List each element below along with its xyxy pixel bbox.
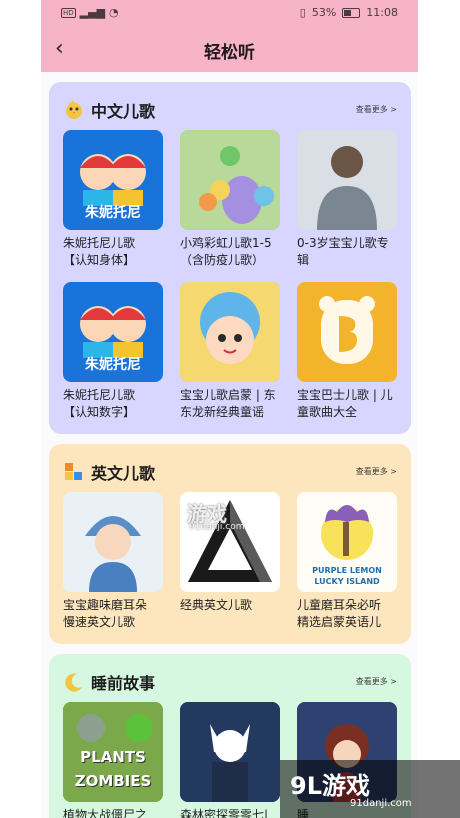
clock: 11:08 [366,6,398,19]
watermark-url: 91danji.com [350,798,412,809]
album-caption: 0-3岁宝宝儿歌专 辑 [297,235,401,269]
album-card[interactable]: 0-3岁宝宝儿歌专 辑 [297,130,397,269]
album-caption: 儿童磨耳朵必听 精选启蒙英语儿 [297,597,401,631]
album-subtitle: 精选启蒙英语儿 [297,615,382,629]
album-cover [180,130,280,230]
status-bar: HD ▂▄▆ ◔ ▯ 53% 11:08 [41,0,418,26]
album-title: 儿童磨耳朵必听 [297,598,382,612]
album-title: 宝宝巴士儿歌 | 儿 [297,388,393,402]
wifi-icon: ◔ [109,6,119,19]
cover-text: 朱妮托尼 [85,205,141,221]
cover-text-line1: PLANTS [80,748,146,766]
album-cover [297,282,397,382]
album-cover: PURPLE LEMON LUCKY ISLAND [297,492,397,592]
nav-bar: ‹ 轻松听 [41,26,418,72]
page-title: 轻松听 [204,43,255,63]
section-english-songs: 英文儿歌 查看更多 > 宝宝趣味磨耳朵 慢速英文儿歌 经典英文儿歌 PURPLE… [49,444,411,644]
chick-icon [66,100,82,119]
album-title: 森林密探零零七| [180,808,269,818]
album-caption: 朱妮托尼儿歌 【认知身体】 [63,235,167,269]
battery-percent: 53% [311,6,337,19]
album-subtitle: 慢速英文儿歌 [63,615,136,629]
status-right: ▯ 53% 11:08 [300,6,398,19]
album-caption: 宝宝趣味磨耳朵 慢速英文儿歌 [63,597,167,631]
watermark-mid-url: 91danji.com [189,522,245,532]
album-caption: 经典英文儿歌 [180,597,284,614]
album-title: 植物大战僵尸之 [63,808,148,818]
section-chinese-songs: 中文儿歌 查看更多 > 朱妮托尼 朱妮托尼儿歌 【认知身体】 小鸡彩虹儿歌1-5… [49,82,411,434]
blocks-icon [65,463,82,480]
album-card[interactable]: 朱妮托尼 朱妮托尼儿歌 【认知数字】 [63,282,163,421]
album-cover: 朱妮托尼 [63,130,163,230]
signal-icon: ▂▄▆ [79,6,106,19]
album-title: 经典英文儿歌 [180,598,253,612]
album-caption: 朱妮托尼儿歌 【认知数字】 [63,387,167,421]
album-cover: PLANTS ZOMBIES [63,702,163,802]
battery-icon [342,7,361,18]
section-title: 中文儿歌 [91,102,156,121]
album-caption: 小鸡彩虹儿歌1-5 （含防疫儿歌） [180,235,284,269]
cover-text-line2: ZOMBIES [74,772,152,790]
album-subtitle: 辑 [297,253,310,267]
see-more-link[interactable]: 查看更多 > [356,466,397,477]
album-card[interactable]: 小鸡彩虹儿歌1-5 （含防疫儿歌） [180,130,280,269]
album-card[interactable]: PLANTS ZOMBIES 植物大战僵尸之 [63,702,163,818]
album-cover [63,492,163,592]
album-subtitle: 【认知身体】 [63,253,136,267]
phone-screen: HD ▂▄▆ ◔ ▯ 53% 11:08 ‹ 轻松听 中文儿歌 查看更多 > 朱… [41,0,418,818]
album-cover [180,702,280,802]
album-subtitle: 童歌曲大全 [297,405,358,419]
album-card[interactable]: PURPLE LEMON LUCKY ISLAND 儿童磨耳朵必听 精选启蒙英语… [297,492,397,631]
section-header: 睡前故事 [63,670,155,694]
section-title: 英文儿歌 [91,464,156,483]
watermark-logo: 9L游戏 [290,772,370,800]
album-subtitle: 【认知数字】 [63,405,136,419]
moon-icon [65,673,82,692]
album-title: 朱妮托尼儿歌 [63,388,136,402]
album-cover: 朱妮托尼 [63,282,163,382]
album-subtitle: 东龙新经典童谣 [180,405,265,419]
album-card[interactable]: 宝宝趣味磨耳朵 慢速英文儿歌 [63,492,163,631]
vibrate-icon: ▯ [299,6,306,19]
album-card[interactable]: 宝宝儿歌启蒙 | 东 东龙新经典童谣 [180,282,280,421]
section-title: 睡前故事 [91,674,156,693]
album-caption: 植物大战僵尸之 [63,807,167,818]
album-subtitle: （含防疫儿歌） [180,253,265,267]
see-more-link[interactable]: 查看更多 > [356,676,397,687]
album-cover [297,130,397,230]
watermark-badge: 9L游戏 91danji.com [280,760,460,818]
section-header: 英文儿歌 [63,460,155,484]
hd-icon: HD [61,7,76,18]
album-title: 小鸡彩虹儿歌1-5 [180,236,272,250]
album-title: 宝宝儿歌启蒙 | 东 [180,388,276,402]
album-title: 宝宝趣味磨耳朵 [63,598,148,612]
cover-text: 朱妮托尼 [85,357,141,373]
see-more-link[interactable]: 查看更多 > [356,104,397,115]
album-caption: 森林密探零零七| [180,807,284,818]
cover-text-line1: PURPLE LEMON [312,566,382,575]
album-cover [180,282,280,382]
album-caption: 宝宝巴士儿歌 | 儿 童歌曲大全 [297,387,401,421]
album-caption: 宝宝儿歌启蒙 | 东 东龙新经典童谣 [180,387,284,421]
status-left: HD ▂▄▆ ◔ [61,6,119,19]
album-title: 朱妮托尼儿歌 [63,236,136,250]
album-card[interactable]: 森林密探零零七| [180,702,280,818]
cover-text-line2: LUCKY ISLAND [314,577,380,586]
album-title: 0-3岁宝宝儿歌专 [297,236,389,250]
section-header: 中文儿歌 [63,98,155,122]
album-card[interactable]: 朱妮托尼 朱妮托尼儿歌 【认知身体】 [63,130,163,269]
album-card[interactable]: 宝宝巴士儿歌 | 儿 童歌曲大全 [297,282,397,421]
